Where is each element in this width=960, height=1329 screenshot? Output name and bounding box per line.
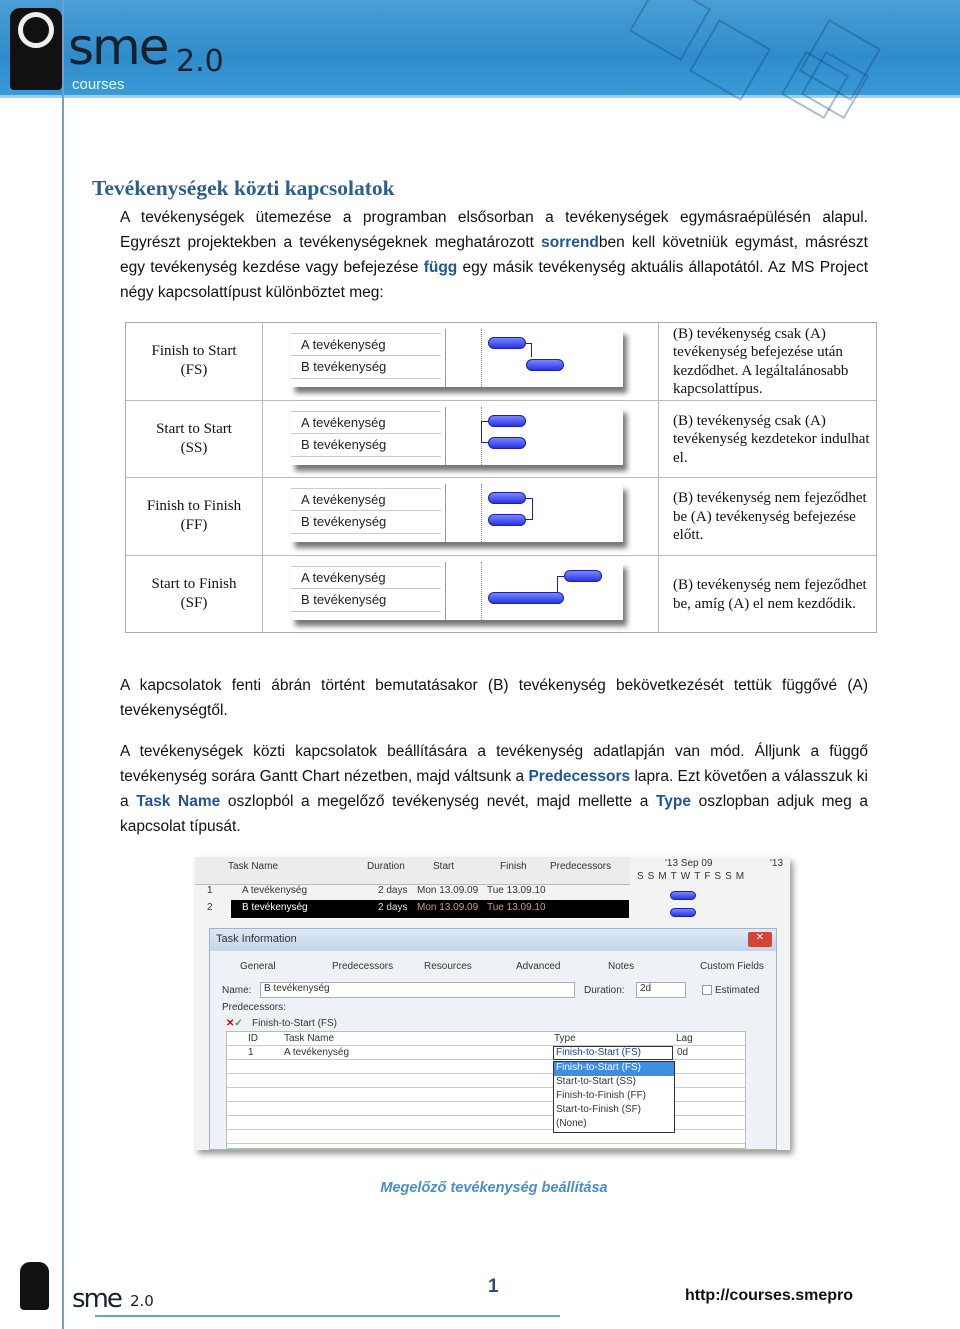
table-row: Start to Finish (SF) A tevékenység B tevék…: [126, 555, 876, 633]
bar-b: [488, 591, 564, 604]
tab-notes[interactable]: Notes: [608, 961, 634, 972]
link-arrow: [481, 420, 488, 443]
relation-abbr: (FF): [180, 517, 208, 534]
bar-a: [564, 569, 602, 582]
accept-icon: ✓: [234, 1018, 243, 1029]
type-options-list: Finish-to-Start (FS) Start-to-Start (SS) F…: [553, 1061, 675, 1133]
table-row: Start to Start (SS) A tevékenység B tevéke…: [126, 400, 876, 478]
table-row: Finish to Finish (FF) A tevékenység B tevé…: [126, 478, 876, 556]
page-number: 1: [488, 1276, 499, 1297]
type-option[interactable]: Finish-to-Start (FS): [554, 1062, 674, 1076]
logo-version: 2.0: [176, 44, 224, 79]
relation-name: Start to Start: [156, 420, 232, 437]
page-header-banner: sme 2.0 courses: [0, 0, 960, 120]
bar-a: [488, 337, 526, 349]
footer-logo-icon: [20, 1262, 49, 1310]
relation-name: Finish to Finish: [146, 498, 242, 515]
relation-description: (B) tevékenység nem fejeződhet be (A) te…: [658, 478, 876, 555]
logo-text: sme: [68, 18, 170, 76]
task-information-dialog: Task Information ✕ General Predecessors Re…: [209, 928, 777, 1150]
tab-predecessors[interactable]: Predecessors: [332, 961, 393, 972]
relation-description: (B) tevékenység csak (A) tevékenység kez…: [658, 400, 876, 477]
bar-b: [526, 359, 564, 371]
section-title: Tevékenységek közti kapcsolatok: [92, 176, 395, 200]
bar-b: [488, 436, 526, 449]
duration-input[interactable]: 2d: [636, 982, 686, 998]
relation-abbr: (FS): [180, 362, 208, 379]
footer-logo-text: sme: [72, 1284, 123, 1314]
logo-sub: courses: [72, 76, 125, 93]
bar-b: [488, 514, 526, 526]
relation-description: (B) tevékenység csak (A) tevékenység bef…: [658, 323, 876, 400]
ms-project-screenshot: Task Name Duration Start Finish Predeces…: [195, 857, 790, 1150]
cancel-icon[interactable]: ✕✓: [226, 1018, 243, 1029]
figure-caption: Megelőző tevékenység beállítása: [380, 1180, 608, 1196]
gantt-illustration-ff: A tevékenység B tevékenység: [291, 484, 623, 542]
footer-url[interactable]: http://courses.smepro: [685, 1287, 853, 1305]
estimated-checkbox[interactable]: [702, 985, 712, 995]
relation-abbr: (SF): [180, 595, 208, 612]
gantt-illustration-sf: A tevékenység B tevékenység: [291, 561, 623, 620]
footer-line: [95, 1315, 560, 1317]
tab-advanced[interactable]: Advanced: [516, 961, 560, 972]
type-option[interactable]: Start-to-Start (SS): [554, 1076, 674, 1090]
relation-description: (B) tevékenység nem fejeződhet be, amíg …: [658, 555, 876, 633]
tab-resources[interactable]: Resources: [424, 961, 472, 972]
table-row: Finish to Start (FS) A tevékenység B tevék…: [126, 323, 876, 401]
type-option[interactable]: Finish-to-Finish (FF): [554, 1090, 674, 1104]
relation-abbr: (SS): [180, 439, 208, 456]
bar-a: [488, 492, 526, 504]
relation-name: Start to Finish: [151, 576, 237, 593]
name-input[interactable]: B tevékenység: [260, 982, 575, 998]
margin-line: [62, 0, 64, 1329]
bar-a: [488, 414, 526, 427]
link-arrow: [526, 498, 533, 520]
relation-types-table: Finish to Start (FS) A tevékenység B tevék…: [125, 322, 877, 633]
tab-custom-fields[interactable]: Custom Fields: [700, 961, 764, 972]
tab-general[interactable]: General: [240, 961, 276, 972]
close-icon[interactable]: ✕: [748, 932, 772, 947]
link-arrow: [526, 343, 532, 357]
type-dropdown[interactable]: Finish-to-Start (FS): [553, 1046, 673, 1060]
gantt-illustration-fs: A tevékenység B tevékenység: [291, 329, 623, 387]
type-option[interactable]: (None): [554, 1118, 674, 1132]
paragraph-3: A tevékenységek közti kapcsolatok beállí…: [120, 743, 868, 835]
timescale-days: SSMTWTFSSM: [637, 871, 749, 882]
gantt-illustration-ss: A tevékenység B tevékenység: [291, 406, 623, 465]
type-option[interactable]: Start-to-Finish (SF): [554, 1104, 674, 1118]
intro-paragraph: A tevékenységek ütemezése a programban e…: [120, 209, 868, 301]
paragraph-2: A kapcsolatok fenti ábrán történt bemuta…: [120, 677, 868, 719]
relation-name: Finish to Start: [151, 343, 237, 360]
